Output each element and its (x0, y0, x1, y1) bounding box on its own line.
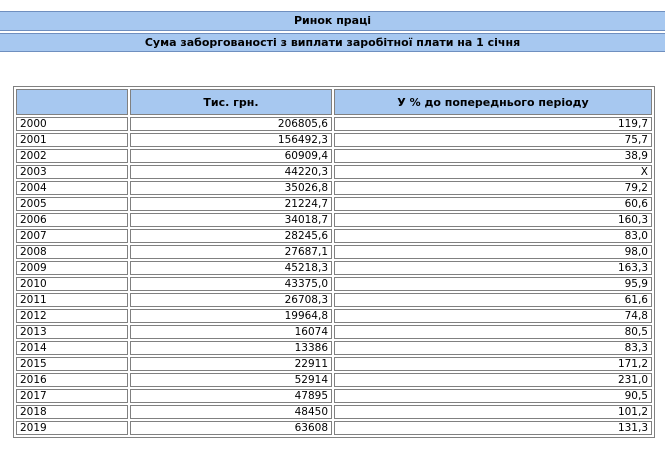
cell-percent: 74,8 (334, 309, 652, 323)
cell-year: 2004 (16, 181, 128, 195)
cell-percent: 79,2 (334, 181, 652, 195)
cell-value: 21224,7 (130, 197, 332, 211)
cell-percent: 131,3 (334, 421, 652, 435)
table-row: 2018 48450 101,2 (16, 405, 652, 419)
cell-percent: 98,0 (334, 245, 652, 259)
cell-year: 2011 (16, 293, 128, 307)
cell-year: 2003 (16, 165, 128, 179)
table-row: 2019 63608 131,3 (16, 421, 652, 435)
column-header-value: Тис. грн. (130, 89, 332, 115)
table-row: 2009 45218,3 163,3 (16, 261, 652, 275)
cell-percent: 83,0 (334, 229, 652, 243)
cell-value: 26708,3 (130, 293, 332, 307)
cell-value: 16074 (130, 325, 332, 339)
cell-value: 52914 (130, 373, 332, 387)
cell-value: 60909,4 (130, 149, 332, 163)
table-row: 2016 52914 231,0 (16, 373, 652, 387)
table-row: 2017 47895 90,5 (16, 389, 652, 403)
table-subtitle: Сума заборгованості з виплати заробітної… (0, 33, 665, 52)
cell-year: 2018 (16, 405, 128, 419)
table-row: 2013 16074 80,5 (16, 325, 652, 339)
table-row: 2006 34018,7 160,3 (16, 213, 652, 227)
cell-year: 2014 (16, 341, 128, 355)
cell-value: 47895 (130, 389, 332, 403)
cell-percent: 101,2 (334, 405, 652, 419)
cell-percent: 160,3 (334, 213, 652, 227)
cell-year: 2007 (16, 229, 128, 243)
table-row: 2012 19964,8 74,8 (16, 309, 652, 323)
cell-value: 19964,8 (130, 309, 332, 323)
cell-percent: 83,3 (334, 341, 652, 355)
cell-year: 2012 (16, 309, 128, 323)
cell-percent: 171,2 (334, 357, 652, 371)
table-row: 2003 44220,3 X (16, 165, 652, 179)
table-row: 2008 27687,1 98,0 (16, 245, 652, 259)
cell-percent: 95,9 (334, 277, 652, 291)
cell-percent: 60,6 (334, 197, 652, 211)
cell-percent: 90,5 (334, 389, 652, 403)
cell-value: 63608 (130, 421, 332, 435)
table-row: 2015 22911 171,2 (16, 357, 652, 371)
cell-percent: 38,9 (334, 149, 652, 163)
cell-year: 2016 (16, 373, 128, 387)
table-row: 2004 35026,8 79,2 (16, 181, 652, 195)
cell-value: 206805,6 (130, 117, 332, 131)
cell-year: 2002 (16, 149, 128, 163)
cell-year: 2000 (16, 117, 128, 131)
cell-percent: 163,3 (334, 261, 652, 275)
cell-year: 2013 (16, 325, 128, 339)
cell-value: 13386 (130, 341, 332, 355)
cell-year: 2009 (16, 261, 128, 275)
cell-value: 45218,3 (130, 261, 332, 275)
table-row: 2011 26708,3 61,6 (16, 293, 652, 307)
column-header-year (16, 89, 128, 115)
cell-value: 44220,3 (130, 165, 332, 179)
cell-value: 27687,1 (130, 245, 332, 259)
column-header-percent: У % до попереднього періоду (334, 89, 652, 115)
cell-percent: 80,5 (334, 325, 652, 339)
table-row: 2000 206805,6 119,7 (16, 117, 652, 131)
table-row: 2010 43375,0 95,9 (16, 277, 652, 291)
header-row: Тис. грн. У % до попереднього періоду (16, 89, 652, 115)
cell-percent: 119,7 (334, 117, 652, 131)
page-title: Ринок праці (0, 11, 665, 31)
cell-percent: X (334, 165, 652, 179)
cell-year: 2005 (16, 197, 128, 211)
table-body: 2000 206805,6 119,7 2001 156492,3 75,7 2002 609… (16, 117, 652, 435)
cell-value: 43375,0 (130, 277, 332, 291)
data-table: Тис. грн. У % до попереднього періоду 20… (13, 86, 655, 438)
cell-value: 156492,3 (130, 133, 332, 147)
cell-value: 22911 (130, 357, 332, 371)
cell-percent: 61,6 (334, 293, 652, 307)
table-row: 2005 21224,7 60,6 (16, 197, 652, 211)
table-row: 2014 13386 83,3 (16, 341, 652, 355)
table-header: Тис. грн. У % до попереднього періоду (16, 89, 652, 115)
table-row: 2001 156492,3 75,7 (16, 133, 652, 147)
cell-value: 48450 (130, 405, 332, 419)
cell-year: 2015 (16, 357, 128, 371)
cell-year: 2008 (16, 245, 128, 259)
table-row: 2002 60909,4 38,9 (16, 149, 652, 163)
cell-year: 2006 (16, 213, 128, 227)
cell-year: 2017 (16, 389, 128, 403)
cell-value: 28245,6 (130, 229, 332, 243)
cell-year: 2019 (16, 421, 128, 435)
cell-value: 34018,7 (130, 213, 332, 227)
cell-year: 2001 (16, 133, 128, 147)
cell-year: 2010 (16, 277, 128, 291)
cell-percent: 231,0 (334, 373, 652, 387)
cell-percent: 75,7 (334, 133, 652, 147)
cell-value: 35026,8 (130, 181, 332, 195)
table-row: 2007 28245,6 83,0 (16, 229, 652, 243)
